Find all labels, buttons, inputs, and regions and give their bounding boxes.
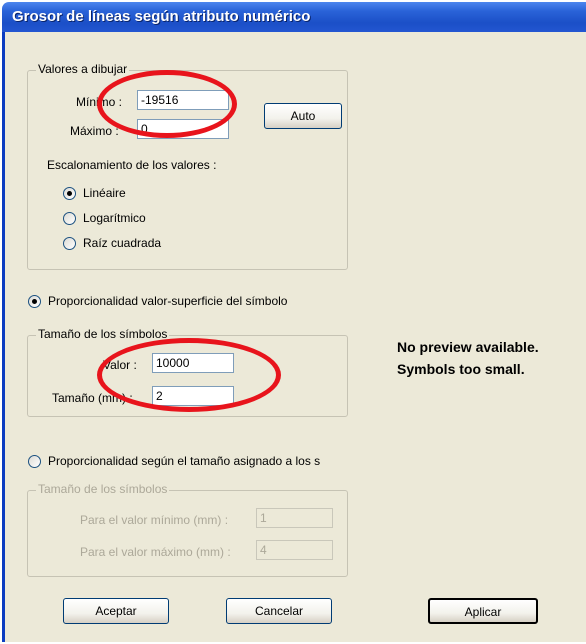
mode-area-label: Proporcionalidad valor-superficie del sí… <box>48 294 288 308</box>
scaling-label: Escalonamiento de los valores : <box>47 158 217 172</box>
cancel-button[interactable]: Cancelar <box>226 598 332 624</box>
assigned-min-input[interactable]: 1 <box>256 508 333 528</box>
symbol-size-legend: Tamaño de los símbolos <box>36 327 170 341</box>
accept-button[interactable]: Aceptar <box>63 598 169 624</box>
radio-linear[interactable] <box>63 187 76 200</box>
scaling-option-label: Raíz cuadrada <box>83 236 162 250</box>
radio-sqrt[interactable] <box>63 237 76 250</box>
preview-message: No preview available. Symbols too small. <box>397 336 539 380</box>
preview-line-2: Symbols too small. <box>397 361 525 377</box>
assigned-max-input[interactable]: 4 <box>256 540 333 560</box>
assigned-min-label: Para el valor mínimo (mm) : <box>80 513 229 527</box>
radio-mode-area[interactable] <box>28 295 41 308</box>
apply-button[interactable]: Aplicar <box>428 598 538 624</box>
assigned-max-label: Para el valor máximo (mm) : <box>80 545 231 559</box>
max-label: Máximo : <box>70 124 119 138</box>
scaling-option-label: Logarítmico <box>83 211 146 225</box>
assigned-size-legend: Tamaño de los símbolos <box>36 482 170 496</box>
highlight-ellipse-value <box>97 338 281 412</box>
auto-button[interactable]: Auto <box>264 103 342 129</box>
scaling-option-label: Linéaire <box>83 186 126 200</box>
highlight-ellipse-min <box>97 70 237 138</box>
mode-assigned-label: Proporcionalidad según el tamaño asignad… <box>48 454 321 468</box>
window-title: Grosor de líneas según atributo numérico <box>12 8 311 25</box>
preview-line-1: No preview available. <box>397 339 539 355</box>
radio-log[interactable] <box>63 212 76 225</box>
title-bar: Grosor de líneas según atributo numérico <box>2 2 586 32</box>
radio-mode-assigned[interactable] <box>28 455 41 468</box>
values-group-legend: Valores a dibujar <box>36 62 130 76</box>
assigned-size-group <box>27 490 348 577</box>
